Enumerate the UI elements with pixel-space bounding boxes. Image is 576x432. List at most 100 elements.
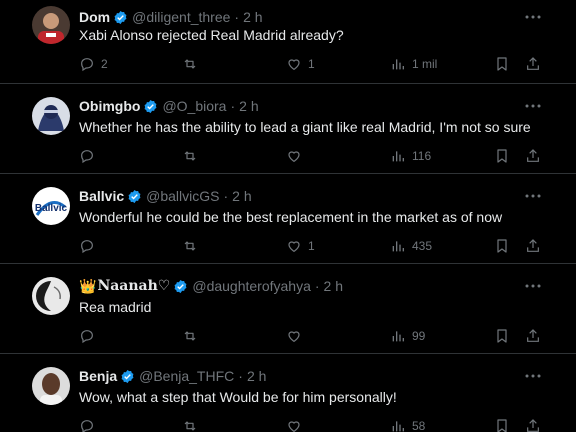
more-icon[interactable] — [524, 97, 542, 115]
retweet-icon — [184, 241, 196, 251]
avatar[interactable] — [32, 277, 70, 315]
timestamp[interactable]: 2 h — [247, 368, 266, 384]
author-name[interactable]: Ballvic — [79, 188, 124, 204]
reply-button[interactable] — [79, 236, 101, 256]
author-handle[interactable]: @ballvicGS — [146, 188, 219, 204]
views-button[interactable]: 1 mil — [390, 54, 437, 74]
view-count: 58 — [412, 419, 426, 432]
avatar[interactable] — [32, 6, 70, 44]
retweet-button[interactable] — [182, 54, 204, 74]
tweet-text: Wonderful he could be the best replaceme… — [79, 209, 503, 225]
like-count: 1 — [308, 57, 315, 71]
like-icon — [288, 151, 300, 163]
author-name-prefix: 👑 — [79, 277, 97, 294]
verified-badge-icon — [128, 189, 141, 203]
verified-badge-icon — [121, 369, 134, 383]
bookmark-icon[interactable] — [494, 418, 510, 432]
avatar[interactable] — [32, 367, 70, 405]
tweet-item[interactable]: Benja @Benja_THFC · 2 h Wow, what a step… — [0, 354, 576, 432]
like-icon — [288, 331, 300, 343]
more-icon[interactable] — [524, 187, 542, 205]
retweet-icon — [184, 151, 196, 161]
retweet-icon — [184, 331, 196, 341]
author-handle[interactable]: @O_biora — [162, 98, 226, 114]
reply-icon — [81, 150, 93, 164]
more-icon[interactable] — [524, 367, 542, 385]
views-button[interactable]: 99 — [390, 326, 425, 346]
view-count: 99 — [412, 329, 426, 343]
verified-badge-icon — [114, 10, 127, 24]
verified-badge-icon — [174, 279, 187, 293]
tweet-item[interactable]: Dom @diligent_three · 2 h Xabi Alonso re… — [0, 0, 576, 84]
author-handle[interactable]: @Benja_THFC — [139, 368, 234, 384]
like-button[interactable] — [286, 146, 308, 166]
author-handle[interactable]: @daughterofyahya — [192, 278, 311, 294]
view-count: 1 mil — [412, 57, 438, 71]
tweet-item[interactable]: Obimgbo @O_biora · 2 h Whether he has th… — [0, 84, 576, 174]
views-button[interactable]: 58 — [390, 416, 425, 432]
share-icon[interactable] — [525, 148, 541, 164]
tweet-item[interactable]: 👑 Naanah♡ @daughterofyahya · 2 h Rea mad… — [0, 264, 576, 354]
author-name[interactable]: Naanah♡ — [97, 278, 170, 294]
share-icon[interactable] — [525, 418, 541, 432]
retweet-button[interactable] — [182, 146, 204, 166]
retweet-button[interactable] — [182, 236, 204, 256]
more-icon[interactable] — [524, 8, 542, 26]
reply-button[interactable]: 2 — [79, 54, 108, 74]
separator-dot: · — [230, 98, 236, 114]
retweet-button[interactable] — [182, 326, 204, 346]
bookmark-icon[interactable] — [494, 56, 510, 72]
timestamp[interactable]: 2 h — [324, 278, 343, 294]
like-icon — [288, 59, 300, 71]
share-icon[interactable] — [525, 328, 541, 344]
view-count: 435 — [412, 239, 433, 253]
author-handle[interactable]: @diligent_three — [132, 9, 230, 25]
like-icon — [288, 241, 300, 253]
retweet-button[interactable] — [182, 416, 204, 432]
tweet-text: Wow, what a step that Would be for him p… — [79, 389, 397, 405]
bookmark-icon[interactable] — [494, 238, 510, 254]
separator-dot: · — [314, 278, 320, 294]
like-icon — [288, 421, 300, 432]
avatar[interactable] — [32, 97, 70, 135]
separator-dot: · — [223, 188, 229, 204]
author-name[interactable]: Benja — [79, 368, 117, 384]
author-name[interactable]: Obimgbo — [79, 98, 140, 114]
more-icon[interactable] — [524, 277, 542, 295]
tweet-text: Xabi Alonso rejected Real Madrid already… — [79, 27, 344, 43]
bookmark-icon[interactable] — [494, 328, 510, 344]
like-button[interactable] — [286, 416, 308, 432]
retweet-icon — [184, 421, 196, 431]
like-count: 1 — [308, 239, 315, 253]
view-count: 116 — [412, 149, 432, 163]
reply-button[interactable] — [79, 416, 101, 432]
tweet-item[interactable]: Ballvic Ballvic @ballvicGS · 2 h Wonderf… — [0, 174, 576, 264]
reply-icon — [81, 240, 93, 254]
author-name[interactable]: Dom — [79, 9, 110, 25]
share-icon[interactable] — [525, 56, 541, 72]
reply-button[interactable] — [79, 146, 101, 166]
avatar-logo-text: Ballvic — [35, 203, 68, 214]
separator-dot: · — [238, 368, 243, 384]
retweet-icon — [184, 59, 196, 69]
reply-icon — [81, 58, 93, 72]
tweet-text: Rea madrid — [79, 299, 152, 315]
reply-button[interactable] — [79, 326, 101, 346]
views-button[interactable]: 435 — [390, 236, 432, 256]
replies-feed: Dom @diligent_three · 2 h Xabi Alonso re… — [0, 0, 576, 432]
timestamp[interactable]: 2 h — [239, 98, 258, 114]
views-icon — [392, 331, 404, 342]
reply-icon — [81, 330, 93, 344]
views-icon — [392, 421, 404, 432]
share-icon[interactable] — [525, 238, 541, 254]
reply-count: 2 — [101, 57, 108, 71]
like-button[interactable] — [286, 326, 308, 346]
views-button[interactable]: 116 — [390, 146, 431, 166]
timestamp[interactable]: 2 h — [232, 188, 251, 204]
like-button[interactable]: 1 — [286, 236, 315, 256]
views-icon — [392, 151, 404, 162]
timestamp[interactable]: 2 h — [243, 9, 262, 25]
bookmark-icon[interactable] — [494, 148, 510, 164]
like-button[interactable]: 1 — [286, 54, 315, 74]
avatar[interactable]: Ballvic — [32, 187, 70, 225]
